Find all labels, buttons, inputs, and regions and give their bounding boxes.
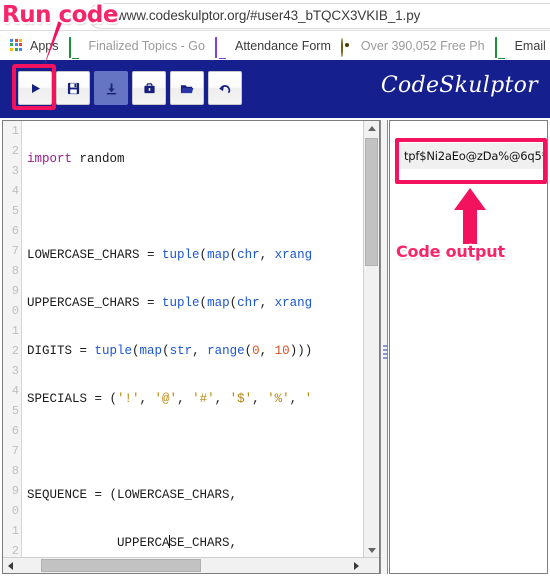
- line-number: 1: [11, 324, 19, 338]
- bookmark-attendance-form[interactable]: Attendance Form: [210, 34, 336, 60]
- save-icon: [67, 82, 80, 95]
- bookmark-label: Finalized Topics - Go: [88, 38, 206, 53]
- editor-vertical-scrollbar[interactable]: [363, 121, 379, 558]
- line-number: 4: [11, 184, 19, 198]
- line-number: 3: [11, 164, 19, 178]
- site-favicon-icon: [340, 37, 355, 57]
- bookmark-email[interactable]: Email: [490, 34, 550, 60]
- save-button[interactable]: [56, 71, 90, 105]
- line-number: 5: [11, 204, 19, 218]
- vertical-scroll-thumb[interactable]: [365, 138, 378, 266]
- code-line: DIGITS = tuple(map(str, range(0, 10))): [27, 344, 313, 358]
- text-cursor: [169, 535, 171, 548]
- code-editor[interactable]: 1 2 3 4 5 6 7 8 9 0 1 2 3 4 5 6 7 8 9 0: [2, 120, 380, 574]
- address-bar-url: www.codeskulptor.org/#user43_bTQCX3VKIB_…: [117, 8, 421, 23]
- line-number: 6: [11, 424, 19, 438]
- address-bar[interactable]: www.codeskulptor.org/#user43_bTQCX3VKIB_…: [88, 3, 550, 29]
- apps-grid-icon: [10, 38, 24, 53]
- code-line: LOWERCASE_CHARS = tuple(map(chr, xrang: [27, 248, 313, 262]
- google-forms-icon: [215, 36, 229, 60]
- code-line: SPECIALS = ('!', '@', '#', '$', '%', ': [27, 392, 313, 406]
- bookmarks-bar: Apps Finalized Topics - Go Attendance Fo…: [0, 31, 550, 60]
- line-number: 9: [11, 484, 19, 498]
- codeskulptor-logo: CodeSkulptor: [380, 73, 538, 98]
- code-line: SEQUENCE = (LOWERCASE_CHARS,: [27, 488, 238, 502]
- line-number: 4: [11, 384, 19, 398]
- docs-button[interactable]: [132, 71, 166, 105]
- line-number: 1: [11, 124, 19, 138]
- pane-splitter[interactable]: [380, 120, 388, 574]
- line-number: 2: [11, 144, 19, 158]
- editor-horizontal-scrollbar[interactable]: [3, 557, 379, 573]
- bookmark-free-photos[interactable]: Over 390,052 Free Ph: [336, 34, 490, 58]
- bookmark-label: Attendance Form: [235, 38, 331, 53]
- google-sheets-icon: [68, 36, 83, 60]
- line-number: 3: [11, 364, 19, 378]
- code-line: import random: [27, 152, 125, 166]
- run-code-annotation: Run code: [2, 2, 118, 28]
- horizontal-scroll-thumb[interactable]: [41, 559, 201, 572]
- undo-button[interactable]: [208, 71, 242, 105]
- line-number: 8: [11, 464, 19, 478]
- scroll-left-icon[interactable]: [3, 558, 18, 573]
- undo-icon: [218, 82, 232, 95]
- app-toolbar: CodeSkulptor: [0, 60, 550, 118]
- line-number: 6: [11, 224, 19, 238]
- google-sheets-icon: [494, 36, 509, 60]
- line-number: 9: [11, 284, 19, 298]
- folder-icon: [180, 82, 194, 95]
- download-button[interactable]: [94, 71, 128, 105]
- open-button[interactable]: [170, 71, 204, 105]
- line-number: 7: [11, 444, 19, 458]
- code-output-annotation: Code output: [396, 242, 505, 261]
- output-highlight: [395, 138, 547, 184]
- bookmark-finalized-topics[interactable]: Finalized Topics - Go: [64, 34, 211, 60]
- bookmark-label: Email: [514, 38, 546, 53]
- splitter-grip-icon[interactable]: [383, 345, 387, 359]
- code-line: UPPERCASE_CHARS = tuple(map(chr, xrang: [27, 296, 313, 310]
- line-number: 7: [11, 244, 19, 258]
- line-number: 1: [11, 524, 19, 538]
- scroll-right-icon[interactable]: [349, 558, 364, 573]
- line-number: 0: [11, 304, 19, 318]
- line-number: 8: [11, 264, 19, 278]
- code-line: UPPERCASE_CHARS,: [27, 535, 238, 550]
- download-icon: [105, 82, 118, 95]
- line-number: 0: [11, 504, 19, 518]
- code-text[interactable]: import random LOWERCASE_CHARS = tuple(ma…: [24, 121, 364, 558]
- code-output-arrow: [454, 188, 486, 244]
- line-number: 5: [11, 404, 19, 418]
- scroll-up-icon[interactable]: [364, 121, 379, 136]
- scroll-down-icon[interactable]: [364, 543, 379, 558]
- bookmark-label: Over 390,052 Free Ph: [360, 38, 485, 53]
- briefcase-icon: [143, 82, 156, 95]
- line-number: 2: [11, 544, 19, 558]
- line-number: 2: [11, 344, 19, 358]
- line-number-gutter: 1 2 3 4 5 6 7 8 9 0 1 2 3 4 5 6 7 8 9 0: [3, 121, 22, 558]
